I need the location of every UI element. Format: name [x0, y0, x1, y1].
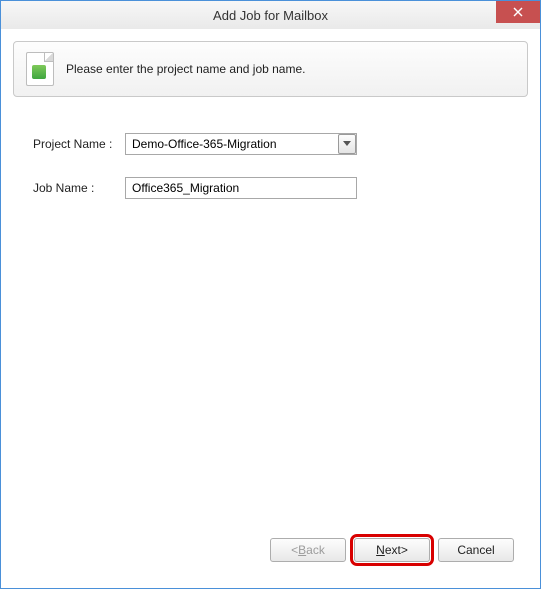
dialog-window: Add Job for Mailbox Please enter the pro…: [0, 0, 541, 589]
cancel-button-label: Cancel: [457, 543, 494, 557]
next-button[interactable]: Next >: [354, 538, 430, 562]
button-bar: < Back Next > Cancel: [13, 528, 528, 576]
document-icon: [26, 52, 54, 86]
titlebar: Add Job for Mailbox: [1, 1, 540, 29]
content-area: Please enter the project name and job na…: [1, 29, 540, 588]
instruction-text: Please enter the project name and job na…: [66, 62, 305, 76]
project-name-combo[interactable]: [125, 133, 357, 155]
spacer: [13, 221, 528, 528]
cancel-button[interactable]: Cancel: [438, 538, 514, 562]
next-button-label: Next: [376, 543, 401, 557]
job-name-input[interactable]: [125, 177, 357, 199]
form-area: Project Name : Job Name :: [13, 97, 528, 221]
back-button: < Back: [270, 538, 346, 562]
close-button[interactable]: [496, 1, 540, 23]
job-name-label: Job Name :: [33, 181, 125, 195]
chevron-down-icon: [343, 141, 351, 147]
project-name-input[interactable]: [125, 133, 357, 155]
project-name-label: Project Name :: [33, 137, 125, 151]
project-name-dropdown-button[interactable]: [338, 134, 356, 154]
window-title: Add Job for Mailbox: [1, 8, 540, 23]
close-icon: [513, 7, 523, 17]
instruction-panel: Please enter the project name and job na…: [13, 41, 528, 97]
back-button-label: Back: [298, 543, 325, 557]
job-name-row: Job Name :: [33, 177, 508, 199]
project-name-row: Project Name :: [33, 133, 508, 155]
